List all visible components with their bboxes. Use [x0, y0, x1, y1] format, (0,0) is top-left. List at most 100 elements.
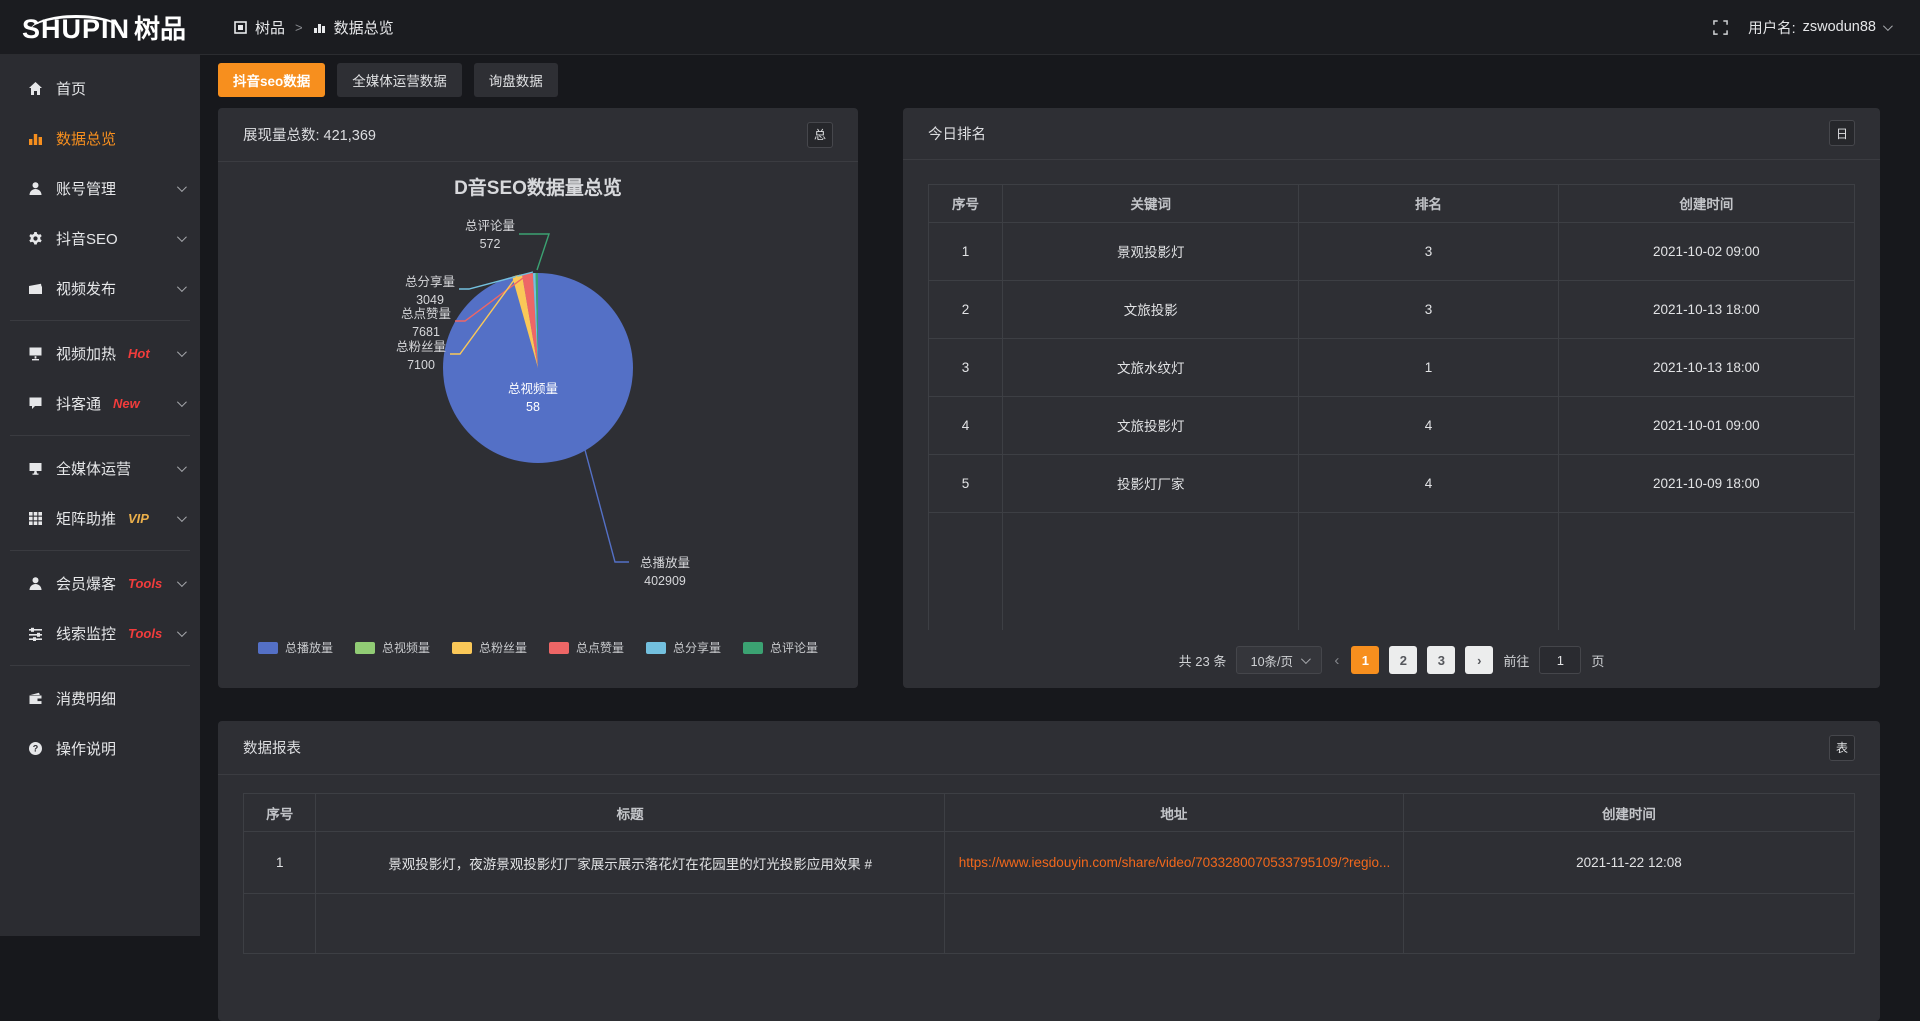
- table-row[interactable]: 3 文旅水纹灯 1 2021-10-13 18:00: [929, 338, 1855, 396]
- report-panel-title: 数据报表: [243, 737, 301, 758]
- page-button-3[interactable]: 3: [1427, 646, 1455, 674]
- value-fans: 7100: [407, 358, 435, 372]
- legend-item-comments[interactable]: 总评论量: [743, 639, 818, 656]
- tools-badge: Tools: [128, 576, 162, 591]
- page-size-select[interactable]: 10条/页: [1236, 646, 1322, 674]
- table-badge-button[interactable]: 表: [1829, 735, 1855, 761]
- sidebar-item-douyin-seo[interactable]: 抖音SEO: [0, 213, 200, 263]
- sidebar-item-matrix-boost[interactable]: 矩阵助推 VIP: [0, 493, 200, 543]
- chat-bubble-icon: [27, 395, 43, 411]
- label-fans: 总粉丝量: [396, 339, 446, 354]
- sliders-icon: [27, 625, 43, 641]
- username-value: zswodun88: [1803, 19, 1876, 35]
- label-shares: 总分享量: [405, 274, 455, 289]
- table-header-row: 序号 关键词 排名 创建时间: [929, 184, 1855, 222]
- table-row[interactable]: 4 文旅投影灯 4 2021-10-01 09:00: [929, 396, 1855, 454]
- page-unit-label: 页: [1591, 651, 1604, 670]
- goto-page-input[interactable]: [1539, 646, 1581, 674]
- tools-badge: Tools: [128, 626, 162, 641]
- chevron-down-icon: [177, 397, 187, 407]
- legend-item-videos[interactable]: 总视频量: [355, 639, 430, 656]
- sidebar-item-member-tools[interactable]: 会员爆客 Tools: [0, 558, 200, 608]
- legend-swatch: [452, 642, 472, 654]
- sidebar-item-help[interactable]: ? 操作说明: [0, 723, 200, 773]
- bar-chart-icon: [27, 130, 43, 146]
- sidebar-item-data-overview[interactable]: 数据总览: [0, 113, 200, 163]
- seo-overview-panel: 展现量总数: 421,369 总 D音SEO数据量总览: [218, 108, 858, 688]
- goto-label: 前往: [1503, 651, 1529, 670]
- chevron-down-icon: [177, 577, 187, 587]
- total-badge-button[interactable]: 总: [807, 122, 833, 148]
- table-header-row: 序号 标题 地址 创建时间: [244, 794, 1855, 832]
- legend-item-fans[interactable]: 总粉丝量: [452, 639, 527, 656]
- sidebar-item-clue-monitor[interactable]: 线索监控 Tools: [0, 608, 200, 658]
- video-publish-icon: [27, 280, 43, 296]
- col-created: 创建时间: [1558, 184, 1854, 222]
- tab-all-media-data[interactable]: 全媒体运营数据: [337, 63, 462, 97]
- table-row[interactable]: 2 文旅投影 3 2021-10-13 18:00: [929, 280, 1855, 338]
- chevron-down-icon: [177, 627, 187, 637]
- sidebar-item-all-media[interactable]: 全媒体运营: [0, 443, 200, 493]
- legend-swatch: [743, 642, 763, 654]
- app-icon: [234, 21, 247, 34]
- col-rank: 排名: [1299, 184, 1558, 222]
- home-icon: [27, 80, 43, 96]
- legend-item-shares[interactable]: 总分享量: [646, 639, 721, 656]
- logo[interactable]: SHUPIN 树品: [0, 9, 200, 46]
- page-button-2[interactable]: 2: [1389, 646, 1417, 674]
- leader-line-comments: [519, 234, 549, 270]
- fullscreen-icon[interactable]: [1713, 20, 1728, 35]
- col-created: 创建时间: [1403, 794, 1854, 832]
- value-play: 402909: [644, 574, 686, 588]
- user-dropdown[interactable]: 用户名: zswodun88: [1748, 17, 1890, 38]
- breadcrumb-current[interactable]: 数据总览: [334, 17, 394, 38]
- video-link[interactable]: https://www.iesdouyin.com/share/video/70…: [959, 855, 1391, 870]
- col-title: 标题: [316, 794, 944, 832]
- sidebar-item-account-management[interactable]: 账号管理: [0, 163, 200, 213]
- grid-icon: [27, 510, 43, 526]
- sidebar-item-consumption-detail[interactable]: 消费明细: [0, 673, 200, 723]
- sidebar-item-video-publish[interactable]: 视频发布: [0, 263, 200, 313]
- chevron-down-icon: [177, 182, 187, 192]
- tab-douyin-seo-data[interactable]: 抖音seo数据: [218, 63, 325, 97]
- label-likes: 总点赞量: [401, 307, 451, 321]
- chevron-down-icon: [1301, 654, 1311, 664]
- chevron-down-icon: [177, 512, 187, 522]
- today-ranking-panel: 今日排名 日 序号 关键词 排名 创建时间: [903, 108, 1880, 688]
- wallet-icon: [27, 690, 43, 706]
- sidebar-divider: [10, 550, 190, 551]
- label-comments: 总评论量: [465, 219, 515, 233]
- chevron-down-icon: [1883, 21, 1893, 31]
- breadcrumb-root[interactable]: 树品: [255, 17, 285, 38]
- question-circle-icon: ?: [27, 740, 43, 756]
- chart-title: D音SEO数据量总览: [454, 176, 622, 199]
- main-content: 抖音seo数据 全媒体运营数据 询盘数据 展现量总数: 421,369 总 D音…: [200, 55, 1920, 936]
- legend-item-play[interactable]: 总播放量: [258, 639, 333, 656]
- value-shares: 3049: [416, 293, 444, 307]
- report-table: 序号 标题 地址 创建时间 1 景观投影灯，夜游景观投影灯厂家展示展示落花灯在花…: [243, 793, 1855, 954]
- hot-badge: Hot: [128, 346, 150, 361]
- monitor-icon: [27, 460, 43, 476]
- table-row[interactable]: 5 投影灯厂家 4 2021-10-09 18:00: [929, 454, 1855, 512]
- legend-item-likes[interactable]: 总点赞量: [549, 639, 624, 656]
- prev-page-button[interactable]: ‹: [1332, 652, 1341, 669]
- page-button-1[interactable]: 1: [1351, 646, 1379, 674]
- tab-inquiry-data[interactable]: 询盘数据: [474, 63, 558, 97]
- billboard-icon: [27, 345, 43, 361]
- sidebar-divider: [10, 435, 190, 436]
- table-row[interactable]: 1 景观投影灯 3 2021-10-02 09:00: [929, 222, 1855, 280]
- user-icon: [27, 180, 43, 196]
- table-row[interactable]: 1 景观投影灯，夜游景观投影灯厂家展示展示落花灯在花园里的灯光投影应用效果 # …: [244, 832, 1855, 894]
- breadcrumb: 树品 > 数据总览: [234, 17, 394, 38]
- day-badge-button[interactable]: 日: [1829, 120, 1855, 146]
- next-page-button[interactable]: ›: [1465, 646, 1493, 674]
- sidebar-item-video-heat[interactable]: 视频加热 Hot: [0, 328, 200, 378]
- pagination-total: 共 23 条: [1179, 651, 1227, 670]
- rank-panel-title: 今日排名: [928, 123, 986, 144]
- new-badge: New: [113, 396, 140, 411]
- table-row: [244, 894, 1855, 954]
- sidebar-item-douketong[interactable]: 抖客通 New: [0, 378, 200, 428]
- pie-chart: D音SEO数据量总览 总评论量 572 总分享: [218, 162, 858, 687]
- vip-badge: VIP: [128, 511, 149, 526]
- sidebar-item-home[interactable]: 首页: [0, 63, 200, 113]
